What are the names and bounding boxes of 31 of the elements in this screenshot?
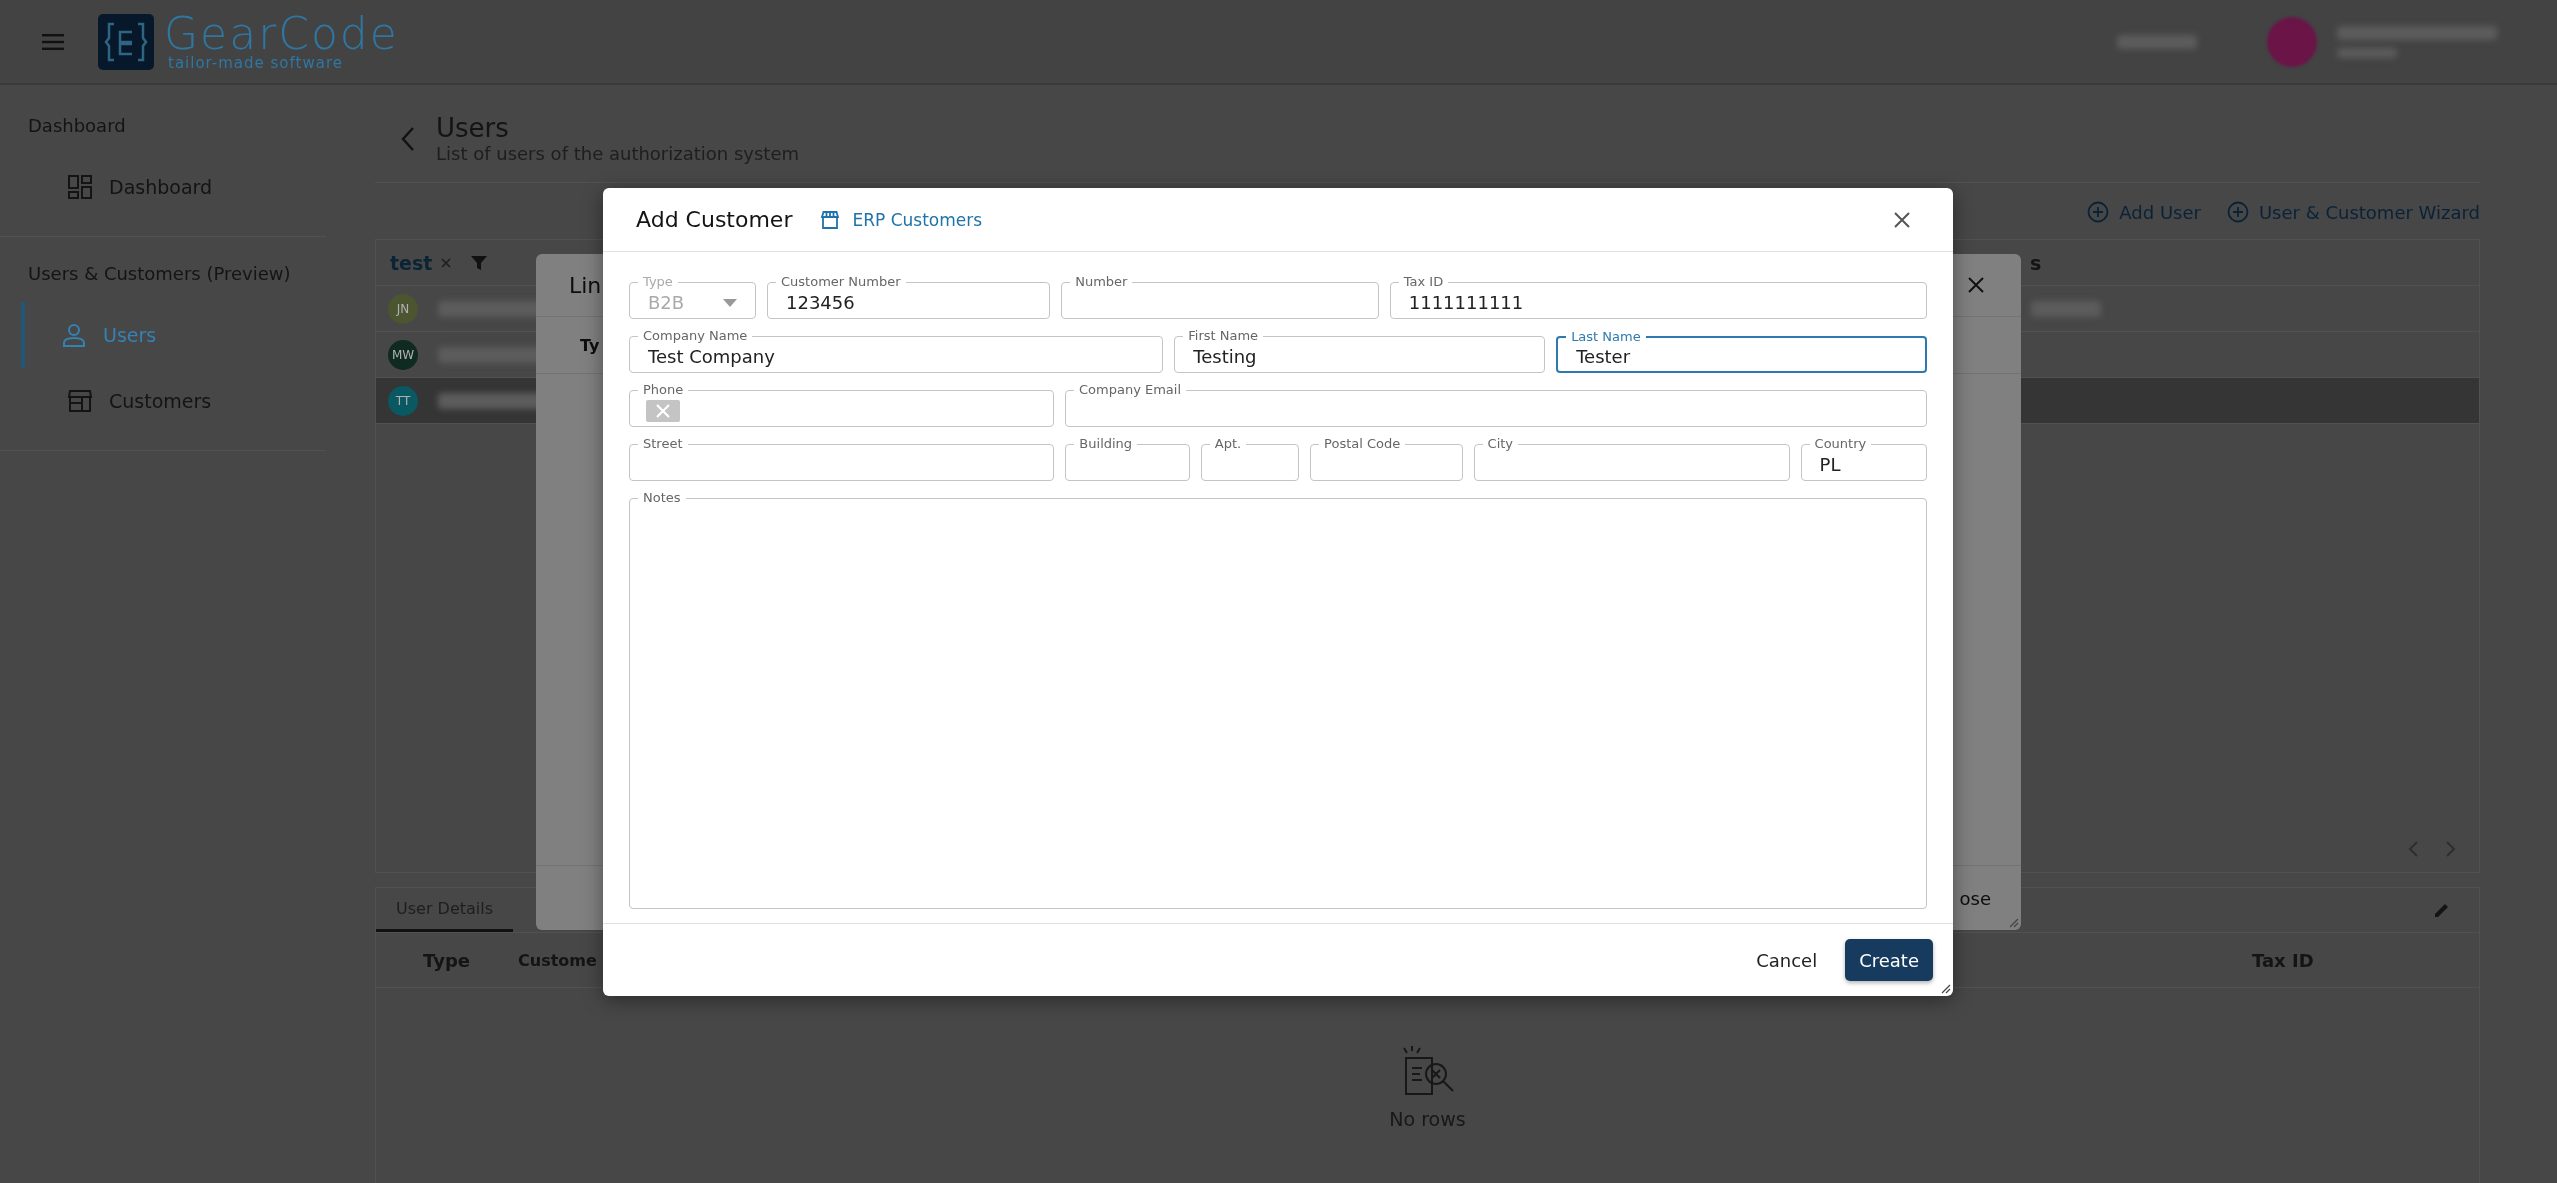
avatar[interactable] [2267, 16, 2317, 67]
logo-tagline: tailor-made software [168, 56, 344, 71]
next-page-icon[interactable] [2445, 840, 2457, 858]
user-icon [61, 322, 87, 348]
avatar: JN [388, 293, 418, 324]
close-button[interactable]: ose [1959, 887, 1991, 909]
logo-icon [98, 13, 154, 70]
pencil-icon[interactable] [2433, 901, 2451, 919]
plus-circle-icon [2226, 201, 2249, 223]
plus-circle-icon [2087, 201, 2110, 223]
crossed-box-icon [646, 399, 680, 422]
menu-icon[interactable] [42, 33, 64, 50]
store-icon [67, 388, 93, 414]
avatar: TT [388, 385, 418, 416]
filter-icon[interactable] [470, 253, 489, 272]
cancel-button[interactable]: Cancel [1746, 941, 1828, 979]
erp-customers-link[interactable]: ERP Customers [820, 209, 983, 230]
close-icon[interactable] [1967, 276, 1985, 294]
store-icon [820, 209, 841, 230]
resize-handle-icon[interactable] [2007, 916, 2019, 928]
previous-page-icon[interactable] [2407, 840, 2419, 858]
dashboard-icon [67, 174, 93, 200]
avatar: MW [388, 339, 418, 370]
resize-handle-icon[interactable] [1939, 982, 1951, 994]
logo-name: GearCode [164, 12, 399, 56]
column-header[interactable]: Ty [580, 335, 600, 355]
dialog-title: Add Customer [636, 207, 793, 232]
dialog-title: Lin [569, 272, 602, 298]
close-icon[interactable] [1893, 210, 1911, 229]
create-button[interactable]: Create [1845, 939, 1933, 981]
caret-icon [723, 298, 737, 307]
